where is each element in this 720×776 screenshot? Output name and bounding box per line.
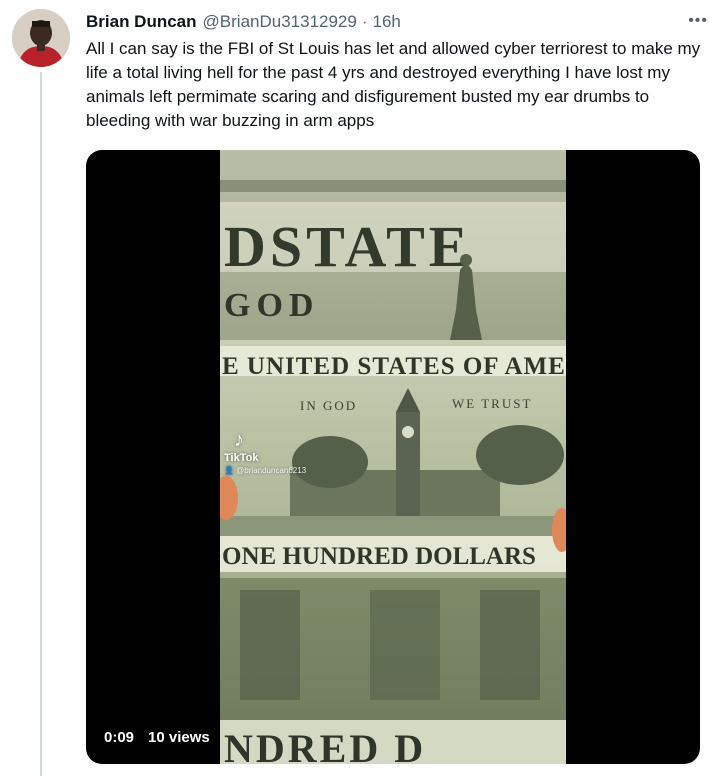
avatar-image	[12, 9, 70, 67]
tweet-header: Brian Duncan @BrianDu31312929 · 16h	[86, 11, 706, 33]
more-options-icon[interactable]: •••	[688, 13, 708, 29]
tiktok-username: 👤 @brianduncan6213	[224, 466, 307, 475]
tiktok-logo-icon: ♪	[234, 429, 244, 451]
tweet-timestamp[interactable]: 16h	[373, 12, 401, 32]
video-player[interactable]: DSTATE GOD E UNITED STATES OF AME IN GOD…	[86, 150, 700, 764]
display-name[interactable]: Brian Duncan	[86, 12, 197, 32]
bill-top-motto-text: GOD	[224, 287, 319, 324]
video-view-count: 10 views	[148, 729, 210, 746]
video-duration: 0:09	[104, 729, 135, 746]
bill-denomination-text: ONE HUNDRED DOLLARS	[222, 543, 536, 570]
thread-line	[40, 72, 42, 776]
tiktok-brand: TikTok	[224, 452, 259, 464]
tweet-text: All I can say is the FBI of St Louis has…	[86, 39, 701, 130]
video-meta: 0:09 10 views	[104, 729, 210, 746]
tiktok-watermark: ♪ TikTok 👤 @brianduncan6213	[224, 430, 306, 475]
bill-motto-right: WE TRUST	[452, 396, 532, 411]
bill-top-banner-text: DSTATE	[224, 214, 471, 279]
bill-bottom-banner-text: NDRED D	[224, 726, 426, 764]
avatar[interactable]	[12, 9, 70, 67]
bill-banner-text: E UNITED STATES OF AME	[222, 353, 566, 380]
user-handle[interactable]: @BrianDu31312929	[203, 12, 357, 32]
bill-motto-left: IN GOD	[300, 398, 357, 413]
separator-dot: ·	[361, 12, 368, 31]
